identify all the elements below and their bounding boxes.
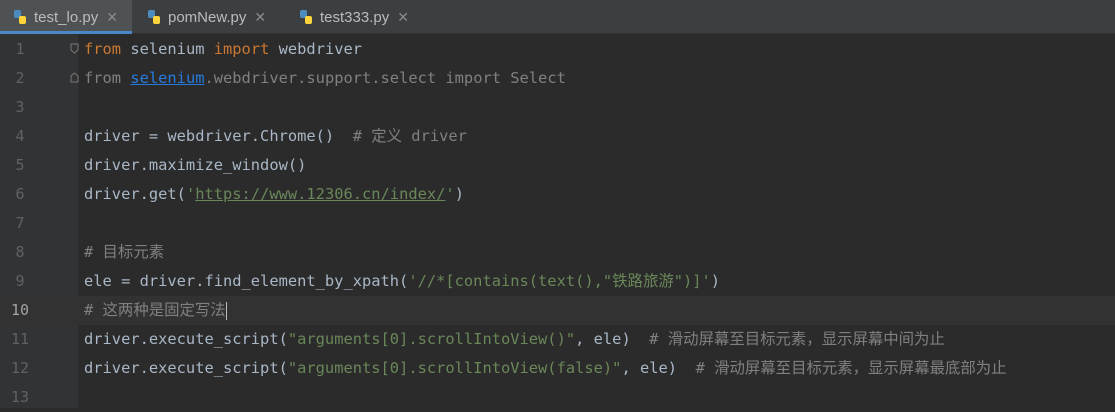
- code-statement: driver.maximize_window(): [84, 156, 307, 174]
- string-quote: ': [445, 185, 455, 203]
- string-literal: "arguments[0].scrollIntoView()": [287, 330, 576, 348]
- line-number: 4: [15, 127, 25, 145]
- code-line[interactable]: 11 driver.execute_script("arguments[0].s…: [0, 325, 1115, 354]
- code-statement: ele = driver.find_element_by_xpath(: [84, 272, 409, 290]
- line-number: 10: [10, 301, 30, 319]
- tab-label: test_lo.py: [34, 8, 99, 26]
- code-line-current[interactable]: 10 # 这两种是固定写法: [0, 296, 1115, 325]
- line-number: 6: [15, 185, 25, 203]
- code-statement: ): [710, 272, 721, 290]
- code-line[interactable]: 12 driver.execute_script("arguments[0].s…: [0, 354, 1115, 383]
- close-icon[interactable]: ✕: [106, 9, 118, 26]
- code-line[interactable]: 9 ele = driver.find_element_by_xpath('//…: [0, 267, 1115, 296]
- text-caret: [225, 301, 227, 320]
- code-comment: # 定义 driver: [352, 127, 467, 145]
- line-number: 11: [10, 330, 30, 348]
- module-link[interactable]: selenium: [130, 69, 204, 87]
- code-text: # 目标元素: [84, 238, 164, 267]
- code-line[interactable]: 4 driver = webdriver.Chrome() # 定义 drive…: [0, 122, 1115, 151]
- code-text: from selenium.webdriver.support.select i…: [84, 64, 566, 93]
- line-number: 7: [15, 214, 25, 232]
- python-file-icon: [300, 10, 312, 24]
- code-text: from selenium import webdriver: [84, 35, 362, 64]
- code-line[interactable]: 3: [0, 93, 1115, 122]
- python-file-icon: [148, 10, 160, 24]
- line-number: 2: [15, 69, 25, 87]
- keyword: from: [84, 69, 131, 87]
- string-quote: ': [185, 185, 196, 203]
- code-text: # 这两种是固定写法: [84, 296, 227, 325]
- import-name: webdriver: [269, 40, 363, 58]
- code-line[interactable]: 7: [0, 209, 1115, 238]
- tab-label: test333.py: [320, 8, 390, 26]
- keyword: from: [84, 40, 122, 58]
- code-line[interactable]: 6 driver.get('https://www.12306.cn/index…: [0, 180, 1115, 209]
- code-statement: ): [454, 185, 464, 203]
- fold-marker-icon[interactable]: [70, 43, 79, 54]
- python-file-icon: [14, 10, 26, 24]
- tab-pomnew[interactable]: pomNew.py ✕: [138, 0, 286, 34]
- fold-marker-icon[interactable]: [70, 72, 79, 83]
- code-text: driver.maximize_window(): [84, 151, 306, 180]
- line-number: 9: [15, 272, 25, 290]
- line-number: 12: [10, 359, 30, 377]
- code-statement: , ele): [575, 330, 650, 348]
- code-statement: driver.get(: [84, 185, 186, 203]
- code-text: ele = driver.find_element_by_xpath('//*[…: [84, 267, 720, 296]
- module-name: selenium: [121, 40, 214, 58]
- keyword: import: [213, 40, 270, 58]
- code-line[interactable]: 8 # 目标元素: [0, 238, 1115, 267]
- editor-tab-bar: test_lo.py ✕ pomNew.py ✕ test333.py ✕: [0, 0, 1115, 34]
- code-comment: # 这两种是固定写法: [84, 301, 226, 319]
- tab-test333[interactable]: test333.py ✕: [290, 0, 430, 34]
- tab-label: pomNew.py: [168, 8, 247, 26]
- code-comment: # 目标元素: [84, 243, 165, 261]
- line-number: 5: [15, 156, 25, 174]
- tab-test-lo[interactable]: test_lo.py ✕: [0, 0, 132, 34]
- code-editor[interactable]: 1 from selenium import webdriver 2 from …: [0, 34, 1115, 408]
- code-statement: driver = webdriver.Chrome(): [84, 127, 353, 145]
- code-comment: # 滑动屏幕至目标元素，显示屏幕最底部为止: [695, 359, 1007, 377]
- code-statement: , ele): [621, 359, 696, 377]
- code-statement: driver.execute_script(: [84, 330, 288, 348]
- code-statement: driver.execute_script(: [84, 359, 288, 377]
- string-literal: '//*[contains(text(),"铁路旅游")]': [408, 272, 711, 290]
- code-text: driver.execute_script("arguments[0].scro…: [84, 354, 1007, 383]
- url-link[interactable]: https://www.12306.cn/index/: [195, 185, 445, 203]
- code-comment: # 滑动屏幕至目标元素，显示屏幕中间为止: [649, 330, 945, 348]
- string-literal: "arguments[0].scrollIntoView(false)": [287, 359, 622, 377]
- line-number: 1: [15, 40, 25, 58]
- code-text: driver.get('https://www.12306.cn/index/'…: [84, 180, 464, 209]
- close-icon[interactable]: ✕: [397, 9, 409, 26]
- code-text: driver = webdriver.Chrome() # 定义 driver: [84, 122, 467, 151]
- close-icon[interactable]: ✕: [254, 9, 266, 26]
- import-path: .webdriver.support.select import Select: [204, 69, 566, 87]
- code-line[interactable]: 1 from selenium import webdriver: [0, 35, 1115, 64]
- line-number: 3: [15, 98, 25, 116]
- code-line[interactable]: 2 from selenium.webdriver.support.select…: [0, 64, 1115, 93]
- line-number: 8: [15, 243, 25, 261]
- code-line[interactable]: 5 driver.maximize_window(): [0, 151, 1115, 180]
- code-text: driver.execute_script("arguments[0].scro…: [84, 325, 945, 354]
